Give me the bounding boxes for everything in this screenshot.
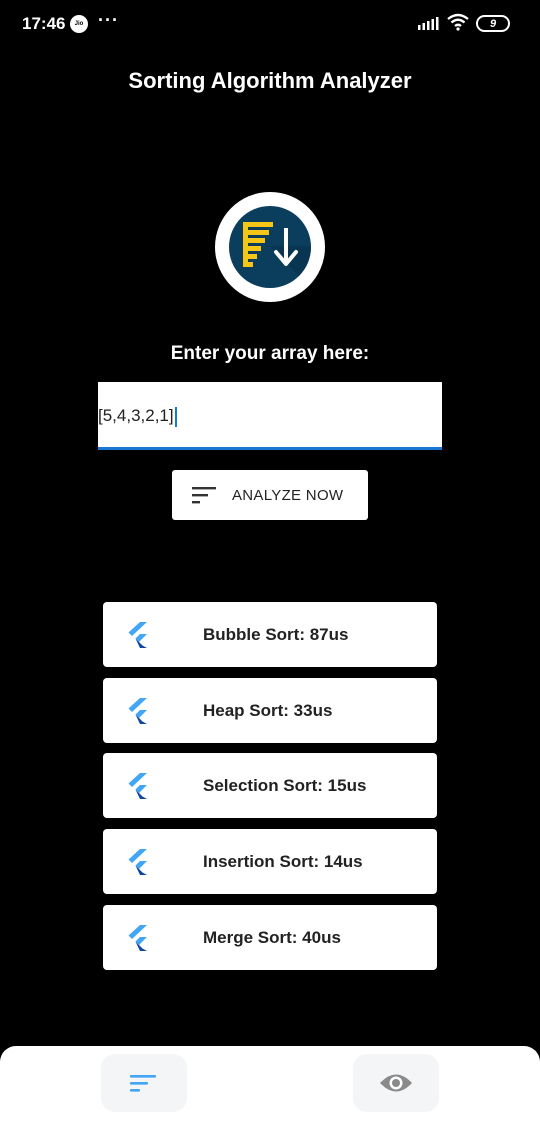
signal-icon [418,17,439,30]
text-caret [174,406,177,427]
array-input-text: [5,4,3,2,1] [98,406,174,425]
wifi-icon [447,13,469,31]
app-logo [215,192,325,302]
result-label: Merge Sort: 40us [203,927,341,947]
nav-item-visualizer[interactable] [353,1054,439,1112]
carrier-badge: Jio [70,15,88,33]
analyze-now-button[interactable]: ANALYZE NOW [172,470,368,520]
page-title: Sorting Algorithm Analyzer [128,68,412,93]
result-card-insertion-sort[interactable]: Insertion Sort: 14us [103,829,437,894]
array-input-field[interactable]: [5,4,3,2,1] [98,382,442,450]
array-input-label: Enter your array here: [170,343,370,364]
flutter-icon [128,773,147,799]
result-card-heap-sort[interactable]: Heap Sort: 33us [103,678,437,743]
eye-icon [380,1074,412,1092]
result-card-merge-sort[interactable]: Merge Sort: 40us [103,905,437,970]
flutter-icon [128,622,147,648]
analyze-now-label: ANALYZE NOW [232,486,344,504]
bottom-navigation [0,1046,540,1123]
flutter-icon [128,925,147,951]
result-label: Selection Sort: 15us [203,775,367,795]
result-label: Insertion Sort: 14us [203,851,363,871]
result-card-bubble-sort[interactable]: Bubble Sort: 87us [103,602,437,667]
flutter-icon [128,698,147,724]
result-card-selection-sort[interactable]: Selection Sort: 15us [103,753,437,818]
nav-item-analyzer[interactable] [101,1054,187,1112]
result-label: Heap Sort: 33us [203,700,333,720]
result-label: Bubble Sort: 87us [203,624,349,644]
status-time: 17:46 [22,14,66,33]
battery-level: 9 [489,17,497,30]
sort-descending-logo-icon [229,206,311,288]
sort-icon [192,487,216,504]
array-input-value[interactable]: [5,4,3,2,1] [98,406,177,427]
notification-dots: ··· [98,10,119,30]
battery-indicator: 9 [476,15,510,32]
status-bar: 17:46 Jio ··· 9 [0,0,540,48]
flutter-icon [128,849,147,875]
sort-icon [130,1075,156,1092]
